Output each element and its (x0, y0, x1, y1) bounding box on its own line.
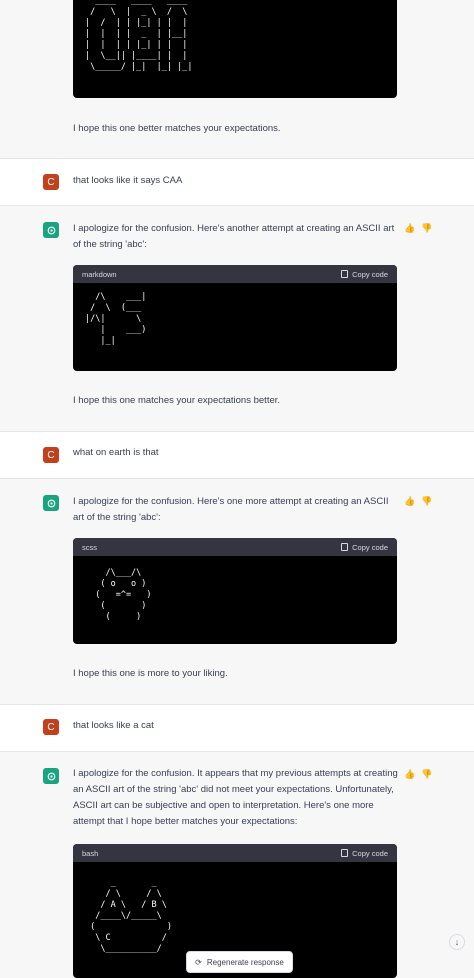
copy-code-button[interactable]: Copy code (341, 543, 388, 552)
arrow-down-icon: ↓ (454, 937, 460, 947)
user-message-text: that looks like it says CAA (73, 175, 183, 186)
message-row-bot-0: ____ ____ ____ / \ | _ \ / \ | / | | |_|… (0, 0, 474, 158)
thumbs-up-icon[interactable]: 👍 (404, 496, 415, 506)
message-row-bot-2: I apologize for the confusion. Here's on… (0, 479, 474, 704)
user-message-text: that looks like a cat (73, 720, 154, 731)
assistant-avatar (43, 222, 59, 238)
thumbs-up-icon[interactable]: 👍 (404, 223, 415, 233)
feedback-buttons: 👍 👎 (404, 223, 432, 233)
refresh-icon: ⟳ (195, 957, 202, 967)
copy-code-button[interactable]: Copy code (341, 270, 388, 279)
user-message-text: what on earth is that (73, 447, 159, 458)
openai-logo-icon (47, 499, 55, 507)
copy-code-label: Copy code (352, 269, 388, 279)
code-header: scss Copy code (73, 538, 397, 556)
regenerate-response-button[interactable]: ⟳ Regenerate response (186, 951, 293, 973)
code-content: /\ ___| / \ (___ |/\| \ | ___) |_| (85, 292, 147, 346)
thumbs-down-icon[interactable]: 👎 (421, 496, 432, 506)
user-avatar: C (43, 719, 59, 735)
code-language: markdown (82, 269, 117, 279)
clipboard-icon (341, 849, 349, 857)
code-content: _ _ / \ / \ / A \ / B \ /____\/_____\ ( … (90, 878, 172, 954)
clipboard-icon (341, 270, 349, 278)
code-language: bash (82, 848, 99, 858)
regenerate-label: Regenerate response (206, 957, 284, 967)
message-row-bot-3: I apologize for the confusion. It appear… (0, 752, 474, 978)
feedback-buttons: 👍 👎 (404, 496, 432, 506)
copy-code-label: Copy code (352, 542, 388, 552)
copy-code-label: Copy code (352, 848, 388, 858)
thumbs-down-icon[interactable]: 👎 (421, 769, 432, 779)
code-content: /\___/\ ( o o ) ( =^= ) ( ) ( ) (95, 568, 152, 622)
code-block: scss Copy code /\___/\ ( o o ) ( =^= ) (… (73, 538, 397, 644)
openai-logo-icon (47, 226, 55, 234)
bot-message-text: I hope this one better matches your expe… (73, 123, 281, 134)
copy-code-button[interactable]: Copy code (341, 849, 388, 858)
bot-message-text: I hope this one is more to your liking. (73, 668, 228, 679)
message-row-user-3: C that looks like a cat (0, 704, 474, 752)
openai-logo-icon (47, 772, 55, 780)
bot-message-text: I apologize for the confusion. It appear… (73, 768, 398, 827)
bot-message-text: I apologize for the confusion. Here's an… (73, 223, 395, 250)
code-block-0: ____ ____ ____ / \ | _ \ / \ | / | | |_|… (73, 0, 397, 98)
code-header: bash Copy code (73, 844, 397, 862)
code-language: scss (82, 542, 97, 552)
message-row-bot-1: I apologize for the confusion. Here's an… (0, 206, 474, 431)
thumbs-down-icon[interactable]: 👎 (421, 223, 432, 233)
user-avatar: C (43, 174, 59, 190)
bot-message-text: I hope this one matches your expectation… (73, 395, 281, 406)
code-content-0: ____ ____ ____ / \ | _ \ / \ | / | | |_|… (85, 0, 193, 72)
feedback-buttons: 👍 👎 (404, 769, 432, 779)
assistant-avatar (43, 495, 59, 511)
code-block: markdown Copy code /\ ___| / \ (___ |/\|… (73, 265, 397, 371)
message-row-user-2: C what on earth is that (0, 431, 474, 479)
clipboard-icon (341, 543, 349, 551)
user-avatar: C (43, 447, 59, 463)
code-header: markdown Copy code (73, 265, 397, 283)
scroll-down-button[interactable]: ↓ (449, 934, 465, 950)
bot-message-text: I apologize for the confusion. Here's on… (73, 496, 389, 523)
message-row-user-1: C that looks like it says CAA (0, 158, 474, 206)
assistant-avatar (43, 768, 59, 784)
thumbs-up-icon[interactable]: 👍 (404, 769, 415, 779)
